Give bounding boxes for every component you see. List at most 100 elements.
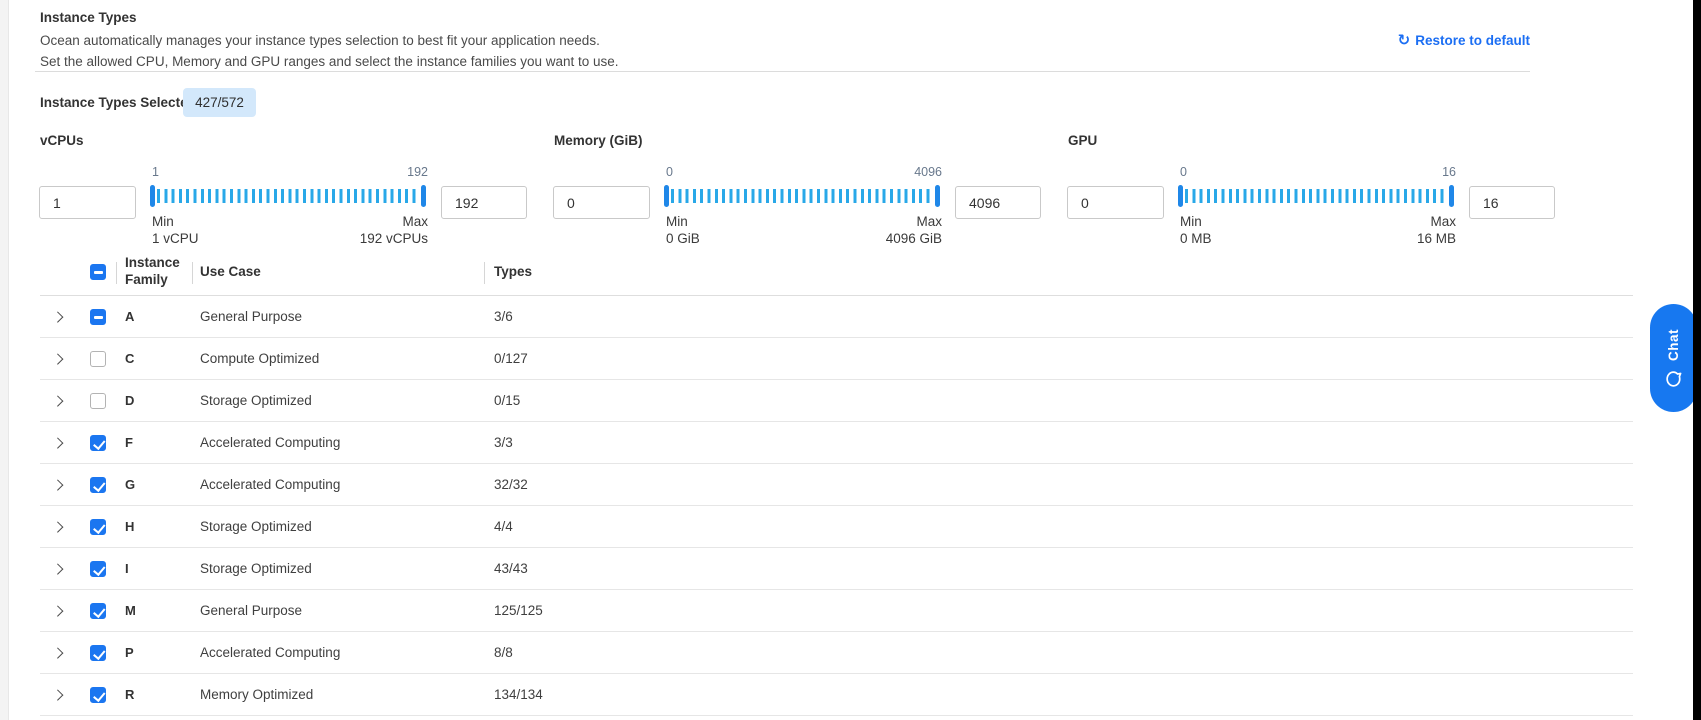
restore-to-default-button[interactable]: ↻Restore to default (1398, 31, 1530, 49)
table-row[interactable]: R Memory Optimized 134/134 (40, 674, 1633, 716)
instance-family-cell: R (125, 687, 134, 702)
chevron-right-icon[interactable] (54, 564, 63, 573)
row-checkbox[interactable] (90, 645, 106, 661)
table-row[interactable]: A General Purpose 3/6 (40, 296, 1633, 338)
gpu-range-min-label: 0 (1180, 165, 1187, 179)
description-line-1: Ocean automatically manages your instanc… (40, 33, 600, 48)
memory-range-min-label: 0 (666, 165, 673, 179)
table-row[interactable]: H Storage Optimized 4/4 (40, 506, 1633, 548)
instance-types-selected-label: Instance Types Selected: (40, 95, 200, 110)
instance-family-cell: C (125, 351, 134, 366)
vcpus-slider-track[interactable] (150, 185, 426, 207)
restore-label: Restore to default (1415, 33, 1530, 48)
instance-family-cell: D (125, 393, 134, 408)
table-row[interactable]: C Compute Optimized 0/127 (40, 338, 1633, 380)
row-checkbox[interactable] (90, 309, 106, 325)
left-edge-gutter (0, 0, 9, 720)
memory-max-caption: Max (916, 214, 942, 229)
table-row[interactable]: M General Purpose 125/125 (40, 590, 1633, 632)
chevron-right-icon[interactable] (54, 522, 63, 531)
chevron-right-icon[interactable] (54, 396, 63, 405)
table-row[interactable]: P Accelerated Computing 8/8 (40, 632, 1633, 674)
memory-min-input[interactable] (553, 186, 650, 219)
header-divider (35, 71, 1530, 72)
row-checkbox[interactable] (90, 477, 106, 493)
vcpus-range-max-label: 192 (407, 165, 428, 179)
vcpus-min-caption: Min (152, 214, 174, 229)
types-cell: 8/8 (494, 645, 513, 660)
vcpus-slider-min-handle[interactable] (150, 185, 155, 207)
chevron-right-icon[interactable] (54, 438, 63, 447)
vcpus-max-input[interactable] (441, 186, 527, 219)
row-checkbox[interactable] (90, 603, 106, 619)
row-checkbox[interactable] (90, 351, 106, 367)
select-all-checkbox[interactable] (90, 264, 106, 280)
row-checkbox[interactable] (90, 519, 106, 535)
chevron-right-icon[interactable] (54, 354, 63, 363)
memory-slider-min-handle[interactable] (664, 185, 669, 207)
table-header: Instance Family Use Case Types (40, 252, 1633, 296)
memory-range-max-label: 4096 (914, 165, 942, 179)
column-separator (116, 262, 117, 284)
gpu-min-sub: 0 MB (1180, 231, 1212, 246)
chevron-right-icon[interactable] (54, 648, 63, 657)
gpu-slider-group: GPU 0 16 Min Max 0 MB 16 MB (1063, 128, 1578, 248)
memory-slider-ticks (671, 189, 933, 203)
vcpus-min-input[interactable] (39, 186, 136, 219)
types-cell: 125/125 (494, 603, 543, 618)
memory-slider-group: Memory (GiB) 0 4096 Min Max 0 GiB 4096 G… (549, 128, 1064, 248)
gpu-slider-track[interactable] (1178, 185, 1454, 207)
table-row[interactable]: I Storage Optimized 43/43 (40, 548, 1633, 590)
instance-family-cell: H (125, 519, 134, 534)
chevron-right-icon[interactable] (54, 690, 63, 699)
gpu-min-input[interactable] (1067, 186, 1164, 219)
memory-label: Memory (GiB) (554, 133, 643, 148)
instance-types-panel: Instance Types Ocean automatically manag… (0, 0, 1701, 720)
types-cell: 3/6 (494, 309, 513, 324)
memory-slider-max-handle[interactable] (935, 185, 940, 207)
chevron-right-icon[interactable] (54, 606, 63, 615)
memory-min-sub: 0 GiB (666, 231, 700, 246)
use-case-cell: General Purpose (200, 309, 302, 324)
vcpus-max-sub: 192 vCPUs (360, 231, 428, 246)
gpu-slider-max-handle[interactable] (1449, 185, 1454, 207)
table-row[interactable]: F Accelerated Computing 3/3 (40, 422, 1633, 464)
selected-count-badge: 427/572 (183, 88, 256, 117)
use-case-cell: Storage Optimized (200, 561, 312, 576)
chevron-right-icon[interactable] (54, 480, 63, 489)
use-case-cell: Memory Optimized (200, 687, 313, 702)
types-cell: 43/43 (494, 561, 528, 576)
row-checkbox[interactable] (90, 561, 106, 577)
vcpus-label: vCPUs (40, 133, 84, 148)
description-line-2: Set the allowed CPU, Memory and GPU rang… (40, 54, 619, 69)
vcpus-slider-max-handle[interactable] (421, 185, 426, 207)
types-cell: 3/3 (494, 435, 513, 450)
gpu-slider-min-handle[interactable] (1178, 185, 1183, 207)
gpu-range-max-label: 16 (1442, 165, 1456, 179)
row-checkbox[interactable] (90, 435, 106, 451)
use-case-cell: Compute Optimized (200, 351, 319, 366)
table-row[interactable]: D Storage Optimized 0/15 (40, 380, 1633, 422)
memory-min-caption: Min (666, 214, 688, 229)
column-separator (484, 262, 485, 284)
column-header-instance-family: Instance Family (125, 255, 187, 288)
instance-family-cell: F (125, 435, 133, 450)
use-case-cell: Accelerated Computing (200, 477, 340, 492)
vcpus-min-sub: 1 vCPU (152, 231, 199, 246)
instance-family-cell: I (125, 561, 129, 576)
chat-button[interactable]: Chat (1650, 304, 1697, 412)
gpu-max-input[interactable] (1469, 186, 1555, 219)
instance-family-cell: A (125, 309, 134, 324)
use-case-cell: Storage Optimized (200, 519, 312, 534)
row-checkbox[interactable] (90, 687, 106, 703)
column-header-use-case: Use Case (200, 264, 261, 279)
chat-label: Chat (1666, 329, 1681, 361)
instance-family-cell: G (125, 477, 135, 492)
chevron-right-icon[interactable] (54, 312, 63, 321)
memory-max-input[interactable] (955, 186, 1041, 219)
table-row[interactable]: G Accelerated Computing 32/32 (40, 464, 1633, 506)
row-checkbox[interactable] (90, 393, 106, 409)
gpu-min-caption: Min (1180, 214, 1202, 229)
memory-slider-track[interactable] (664, 185, 940, 207)
vcpus-slider-group: vCPUs 1 192 Min Max 1 vCPU 192 vCPUs (35, 128, 550, 248)
